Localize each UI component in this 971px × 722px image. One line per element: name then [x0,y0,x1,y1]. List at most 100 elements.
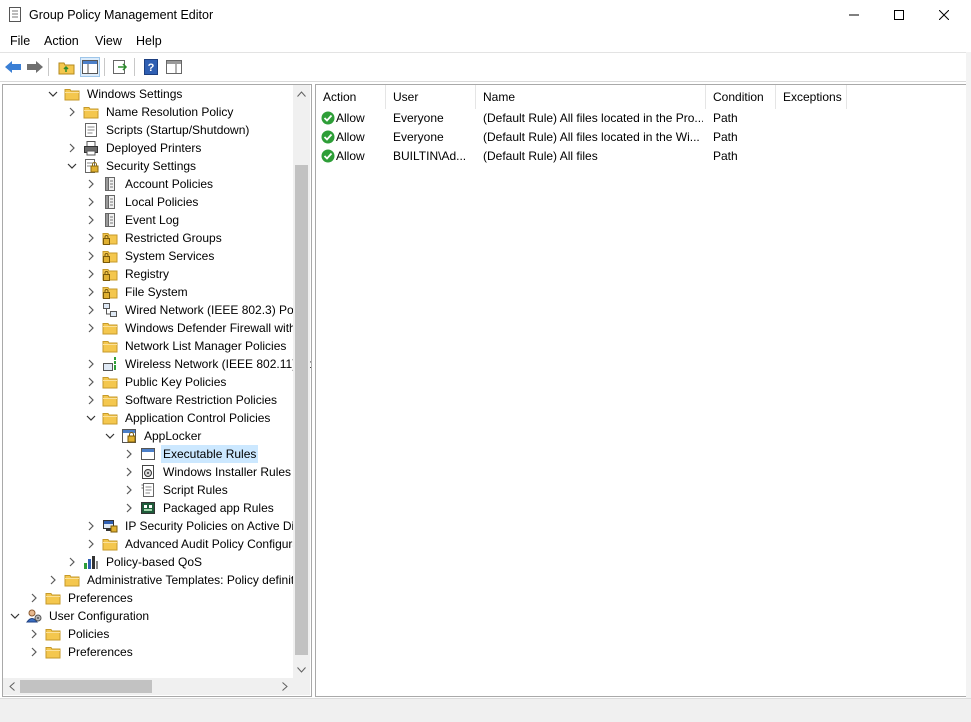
table-row[interactable]: Allow Everyone (Default Rule) All files lo… [316,128,966,147]
tree-node[interactable]: Registry [84,265,171,283]
tree-node[interactable]: Preferences [27,643,135,661]
tree-node[interactable]: Application Control Policies [84,409,272,427]
rules-list-pane[interactable]: Action User Name Condition Exceptions Al… [315,84,969,697]
tree-node-label: File System [125,285,188,299]
tree-node[interactable]: Software Restriction Policies [84,391,279,409]
tree-node[interactable]: Advanced Audit Policy Configura [84,535,301,553]
scroll-right-button[interactable] [276,678,293,695]
tree-node[interactable]: Administrative Templates: Policy definit [46,571,296,589]
tree-vertical-scrollbar[interactable] [293,85,310,678]
chevron-right-icon[interactable] [84,373,98,391]
console-tree-pane[interactable]: Windows Settings Name Resolution Policy Sc… [2,84,312,697]
scroll-left-button[interactable] [3,678,20,695]
chevron-right-icon[interactable] [84,229,98,247]
tree-node[interactable]: Preferences [27,589,135,607]
chevron-right-icon[interactable] [122,499,136,517]
scroll-up-button[interactable] [293,85,310,102]
tree-node[interactable]: Windows Installer Rules [122,463,293,481]
qos-chart-icon [83,554,99,570]
chevron-right-icon[interactable] [84,355,98,373]
chevron-right-icon[interactable] [27,643,41,661]
tree-node[interactable]: Network List Manager Policies [84,337,288,355]
chevron-down-icon[interactable] [103,427,117,445]
chevron-right-icon[interactable] [84,391,98,409]
chevron-right-icon[interactable] [84,301,98,319]
chevron-right-icon[interactable] [65,553,79,571]
chevron-right-icon[interactable] [65,139,79,157]
printer-icon [83,140,99,156]
tree-node-label: Application Control Policies [125,411,271,425]
chevron-right-icon[interactable] [122,445,136,463]
tree-horizontal-scrollbar[interactable] [3,678,293,695]
chevron-down-icon[interactable] [84,409,98,427]
column-header-user[interactable]: User [386,85,476,109]
tree-node[interactable]: Policy-based QoS [65,553,204,571]
tree-node[interactable]: Account Policies [84,175,215,193]
chevron-right-icon[interactable] [65,103,79,121]
tree-node[interactable]: User Configuration [8,607,151,625]
tree-node[interactable]: System Services [84,247,216,265]
scroll-down-button[interactable] [293,661,310,678]
chevron-right-icon[interactable] [122,463,136,481]
chevron-right-icon[interactable] [27,625,41,643]
chevron-right-icon[interactable] [84,211,98,229]
tree-node[interactable]: Script Rules [122,481,230,499]
help-button[interactable]: ? [141,57,161,77]
table-row[interactable]: Allow BUILTIN\Ad... (Default Rule) All fil… [316,147,966,166]
show-hide-action-pane-button[interactable] [164,57,184,77]
chevron-right-icon[interactable] [27,589,41,607]
column-header-action[interactable]: Action [316,85,386,109]
tree-node[interactable]: Public Key Policies [84,373,228,391]
table-row[interactable]: Allow Everyone (Default Rule) All files lo… [316,109,966,128]
chevron-right-icon[interactable] [84,265,98,283]
back-button[interactable] [3,57,23,77]
chevron-right-icon[interactable] [84,193,98,211]
tree-node[interactable]: Executable Rules [122,445,259,463]
tree-node[interactable]: Event Log [84,211,181,229]
maximize-button[interactable] [876,0,922,30]
tree-node[interactable]: Wired Network (IEEE 802.3) Polici [84,301,310,319]
chevron-right-icon[interactable] [84,535,98,553]
tree-node[interactable]: Packaged app Rules [122,499,276,517]
chevron-right-icon[interactable] [84,247,98,265]
scroll-thumb[interactable] [295,165,308,655]
show-hide-console-tree-button[interactable] [80,57,100,77]
chevron-down-icon[interactable] [65,157,79,175]
tree-node[interactable]: IP Security Policies on Active Dire [84,517,307,535]
tree-node[interactable]: Scripts (Startup/Shutdown) [65,121,251,139]
minimize-button[interactable] [831,0,877,30]
chevron-down-icon[interactable] [46,85,60,103]
chevron-right-icon[interactable] [84,517,98,535]
export-list-button[interactable] [110,57,130,77]
forward-button[interactable] [25,57,45,77]
close-button[interactable] [921,0,967,30]
tree-node[interactable]: AppLocker [103,427,203,445]
tree-node[interactable]: Windows Settings [46,85,184,103]
column-header-exceptions[interactable]: Exceptions [776,85,847,109]
chevron-right-icon[interactable] [84,175,98,193]
tree-node[interactable]: Name Resolution Policy [65,103,235,121]
menu-file[interactable]: File [10,34,30,48]
chevron-down-icon[interactable] [8,607,22,625]
up-one-level-button[interactable] [56,57,76,77]
chevron-right-icon[interactable] [84,319,98,337]
chevron-right-icon[interactable] [84,283,98,301]
installer-rules-icon [140,464,156,480]
tree-node[interactable]: File System [84,283,190,301]
tree-node[interactable]: Security Settings [65,157,198,175]
tree-node[interactable]: Deployed Printers [65,139,203,157]
menu-action[interactable]: Action [44,34,79,48]
tree-node[interactable]: Restricted Groups [84,229,224,247]
column-header-name[interactable]: Name [476,85,706,109]
menu-help[interactable]: Help [136,34,162,48]
tree-node[interactable]: Policies [27,625,111,643]
tree-node[interactable]: Local Policies [84,193,200,211]
chevron-right-icon[interactable] [46,571,60,589]
tree-node[interactable]: Wireless Network (IEEE 802.11) Po [84,355,311,373]
tree-node[interactable]: Windows Defender Firewall with [84,319,298,337]
locked-folder-icon [102,266,118,282]
menu-view[interactable]: View [95,34,122,48]
scroll-thumb[interactable] [20,680,152,693]
column-header-condition[interactable]: Condition [706,85,776,109]
chevron-right-icon[interactable] [122,481,136,499]
